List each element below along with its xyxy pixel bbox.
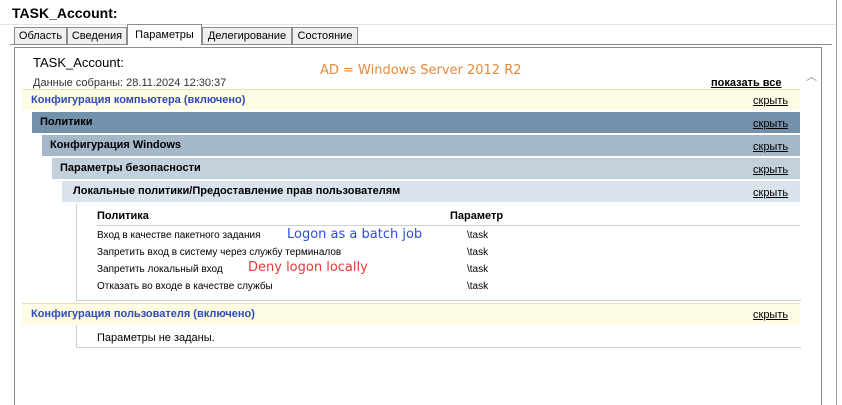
scroll-up-icon[interactable]: ︿ [806,68,817,84]
report-name: TASK_Account: [33,55,124,70]
title-separator [0,24,836,25]
computer-config-section[interactable]: Конфигурация компьютера (включено) [22,89,800,110]
tab-settings[interactable]: Параметры [127,24,202,45]
show-all-link[interactable]: показать все [711,77,782,89]
security-settings-label: Параметры безопасности [60,162,201,174]
table-row-value: \task [467,264,489,275]
collected-timestamp: Данные собраны: 28.11.2024 12:30:37 [33,77,227,89]
window-edge [836,0,837,405]
windows-config-label: Конфигурация Windows [50,139,182,151]
tab-scope[interactable]: Область [14,27,67,44]
windows-config-header[interactable]: Конфигурация Windows [42,135,800,156]
annotation-batch-logon: Logon as a batch job [287,227,423,242]
user-config-section[interactable]: Конфигурация пользователя (включено) [22,303,800,324]
policies-label: Политики [40,116,93,128]
no-settings-text: Параметры не заданы. [97,332,215,344]
policy-column-header: Политика [97,210,149,222]
table-row-policy: Отказать во входе в качестве службы [97,281,273,292]
user-rights-header[interactable]: Локальные политики/Предоставление прав п… [62,181,800,202]
hide-user-config-link[interactable]: скрыть [753,309,788,321]
security-settings-header[interactable]: Параметры безопасности [52,158,800,179]
table-row-policy: Запретить вход в систему через службу те… [97,247,342,258]
annotation-deny-local: Deny logon locally [248,260,368,275]
table-row-value: \task [467,230,489,241]
tab-delegation[interactable]: Делегирование [202,27,292,44]
hide-security-settings-link[interactable]: скрыть [753,164,788,176]
table-row-policy: Запретить локальный вход [97,264,223,275]
table-row-value: \task [467,281,489,292]
annotation-ad-version: AD = Windows Server 2012 R2 [320,63,522,78]
policies-header[interactable]: Политики [32,112,800,133]
tab-status[interactable]: Состояние [292,27,358,44]
table-row-policy: Вход в качестве пакетного задания [97,230,261,241]
gpo-title: TASK_Account: [12,5,118,21]
hide-windows-config-link[interactable]: скрыть [753,141,788,153]
user-config-label: Конфигурация пользователя (включено) [31,308,255,320]
setting-column-header: Параметр [450,210,504,222]
table-row-value: \task [467,247,489,258]
table-header-divider [97,225,800,226]
hide-computer-config-link[interactable]: скрыть [753,95,788,107]
hide-user-rights-link[interactable]: скрыть [753,187,788,199]
hide-policies-link[interactable]: скрыть [753,118,788,130]
user-rights-label: Локальные политики/Предоставление прав п… [73,185,401,197]
tab-details[interactable]: Сведения [67,27,127,44]
computer-config-label: Конфигурация компьютера (включено) [31,94,246,106]
